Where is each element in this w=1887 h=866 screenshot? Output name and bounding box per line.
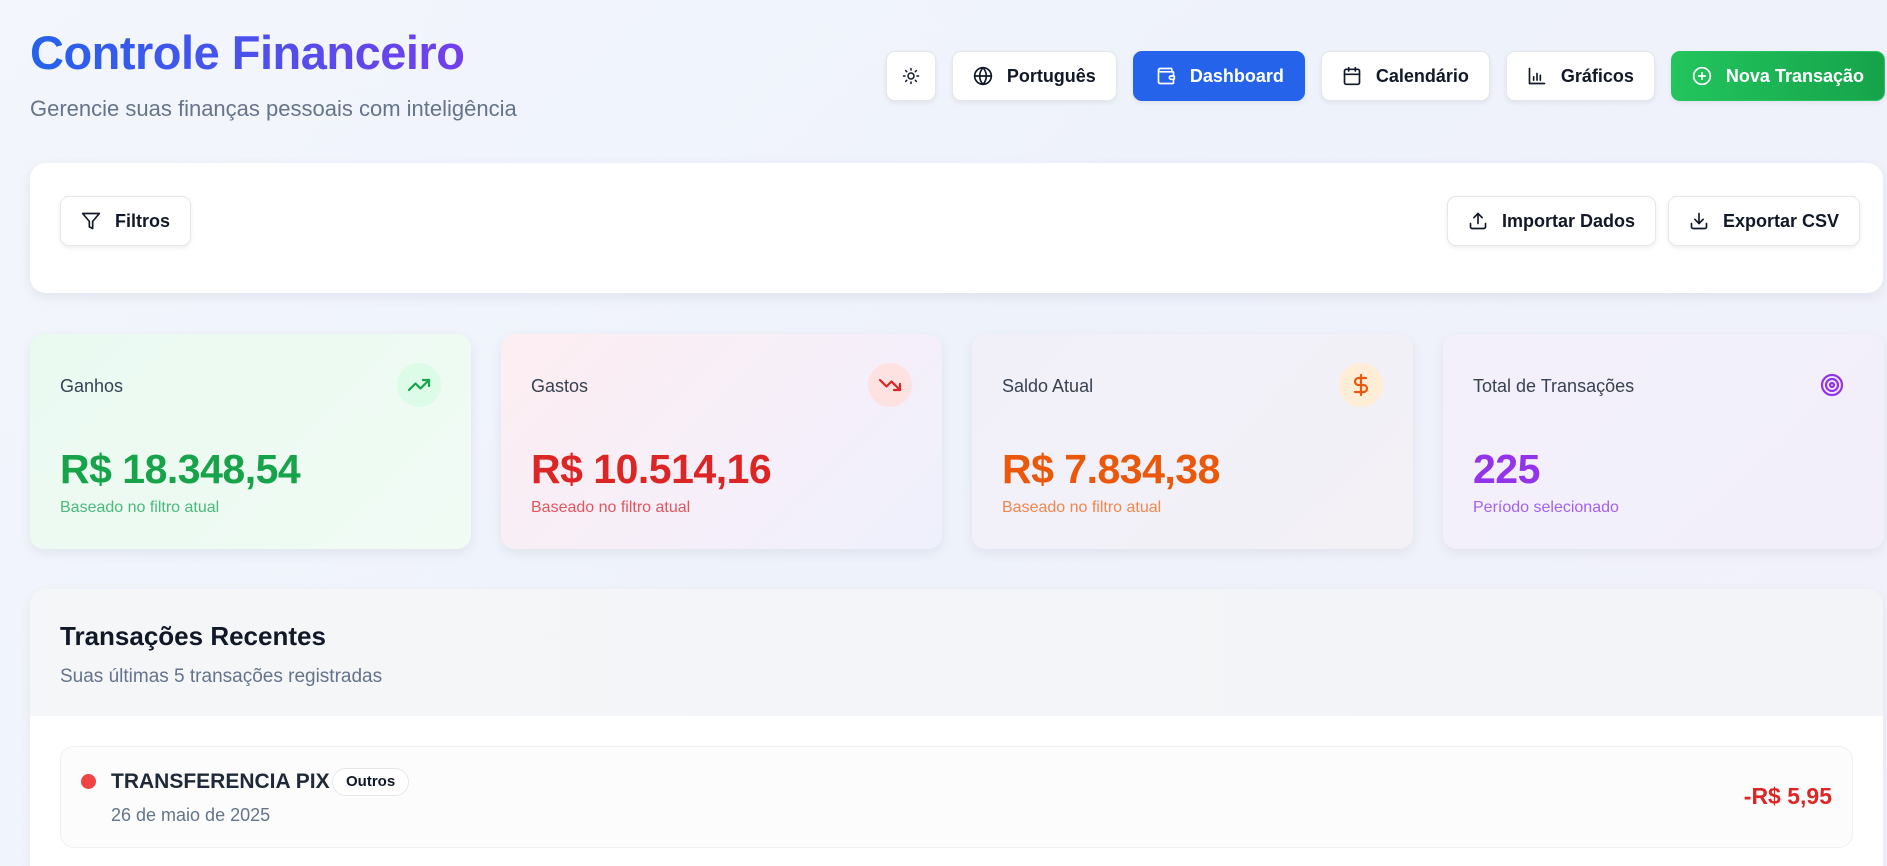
download-icon xyxy=(1690,212,1708,230)
wallet-icon xyxy=(1157,67,1175,85)
language-label: Português xyxy=(1006,65,1096,86)
stat-note: Baseado no filtro atual xyxy=(1002,499,1162,516)
export-csv-button[interactable]: Exportar CSV xyxy=(1668,196,1861,246)
plus-circle-icon xyxy=(1692,66,1712,86)
new-transaction-label: Nova Transação xyxy=(1725,65,1864,86)
new-transaction-button[interactable]: Nova Transação xyxy=(1670,51,1885,101)
stat-note: Baseado no filtro atual xyxy=(60,499,220,516)
stat-card-balance: Saldo Atual R$ 7.834,38 Baseado no filtr… xyxy=(972,334,1413,549)
dashboard-label: Dashboard xyxy=(1189,65,1284,86)
stat-card-income: Ganhos R$ 18.348,54 Baseado no filtro at… xyxy=(30,334,471,549)
dollar-icon xyxy=(1339,363,1383,407)
transaction-date: 26 de maio de 2025 xyxy=(111,805,271,825)
stat-value: R$ 18.348,54 xyxy=(60,446,301,492)
stat-note: Período selecionado xyxy=(1473,499,1619,516)
page-title: Controle Financeiro xyxy=(30,24,517,82)
filter-toolbar: Filtros Importar Dados Exportar CSV xyxy=(30,163,1883,293)
filters-button[interactable]: Filtros xyxy=(60,196,192,246)
charts-label: Gráficos xyxy=(1560,65,1634,86)
trending-down-icon xyxy=(868,363,912,407)
recent-transactions-subtitle: Suas últimas 5 transações registradas xyxy=(60,666,383,687)
filters-label: Filtros xyxy=(115,210,171,231)
calendar-icon xyxy=(1343,66,1361,86)
calendar-label: Calendário xyxy=(1375,65,1469,86)
import-data-button[interactable]: Importar Dados xyxy=(1447,196,1657,246)
stat-label: Total de Transações xyxy=(1473,376,1635,396)
transaction-row[interactable]: TRANSFERENCIA PIX Outros 26 de maio de 2… xyxy=(60,746,1853,848)
target-icon xyxy=(1810,363,1854,407)
stat-card-expenses: Gastos R$ 10.514,16 Baseado no filtro at… xyxy=(501,334,942,549)
transaction-title: TRANSFERENCIA PIX xyxy=(111,770,330,793)
trending-up-icon xyxy=(397,363,441,407)
recent-transactions-card: Transações Recentes Suas últimas 5 trans… xyxy=(30,589,1883,866)
stat-label: Saldo Atual xyxy=(1002,376,1094,396)
recent-transactions-title: Transações Recentes xyxy=(60,621,326,651)
stat-note: Baseado no filtro atual xyxy=(531,499,691,516)
sun-icon xyxy=(902,67,920,85)
page-header: Controle Financeiro Gerencie suas finanç… xyxy=(30,24,517,122)
stat-value: R$ 7.834,38 xyxy=(1002,446,1220,492)
stat-label: Ganhos xyxy=(60,376,124,396)
dashboard-button[interactable]: Dashboard xyxy=(1132,51,1305,101)
globe-icon xyxy=(973,66,992,86)
transaction-type-dot xyxy=(81,774,96,789)
stat-card-total-transactions: Total de Transações 225 Período selecion… xyxy=(1443,334,1884,549)
upload-icon xyxy=(1469,212,1487,230)
language-button[interactable]: Português xyxy=(951,51,1117,101)
charts-button[interactable]: Gráficos xyxy=(1505,51,1655,101)
import-data-label: Importar Dados xyxy=(1502,210,1636,231)
export-csv-label: Exportar CSV xyxy=(1723,210,1840,231)
calendar-button[interactable]: Calendário xyxy=(1320,51,1490,101)
transaction-category-badge: Outros xyxy=(332,768,410,796)
filter-icon xyxy=(81,212,101,230)
stat-value: R$ 10.514,16 xyxy=(531,446,772,492)
top-navigation: Português Dashboard Calendário Gráficos … xyxy=(885,51,1885,101)
theme-toggle-button[interactable] xyxy=(885,51,936,101)
transaction-amount: -R$ 5,95 xyxy=(1743,783,1832,809)
bar-chart-icon xyxy=(1528,67,1546,85)
page-subtitle: Gerencie suas finanças pessoais com inte… xyxy=(30,96,517,121)
recent-transactions-header: Transações Recentes Suas últimas 5 trans… xyxy=(30,589,1883,716)
stat-value: 225 xyxy=(1473,446,1540,492)
stat-label: Gastos xyxy=(531,376,589,396)
